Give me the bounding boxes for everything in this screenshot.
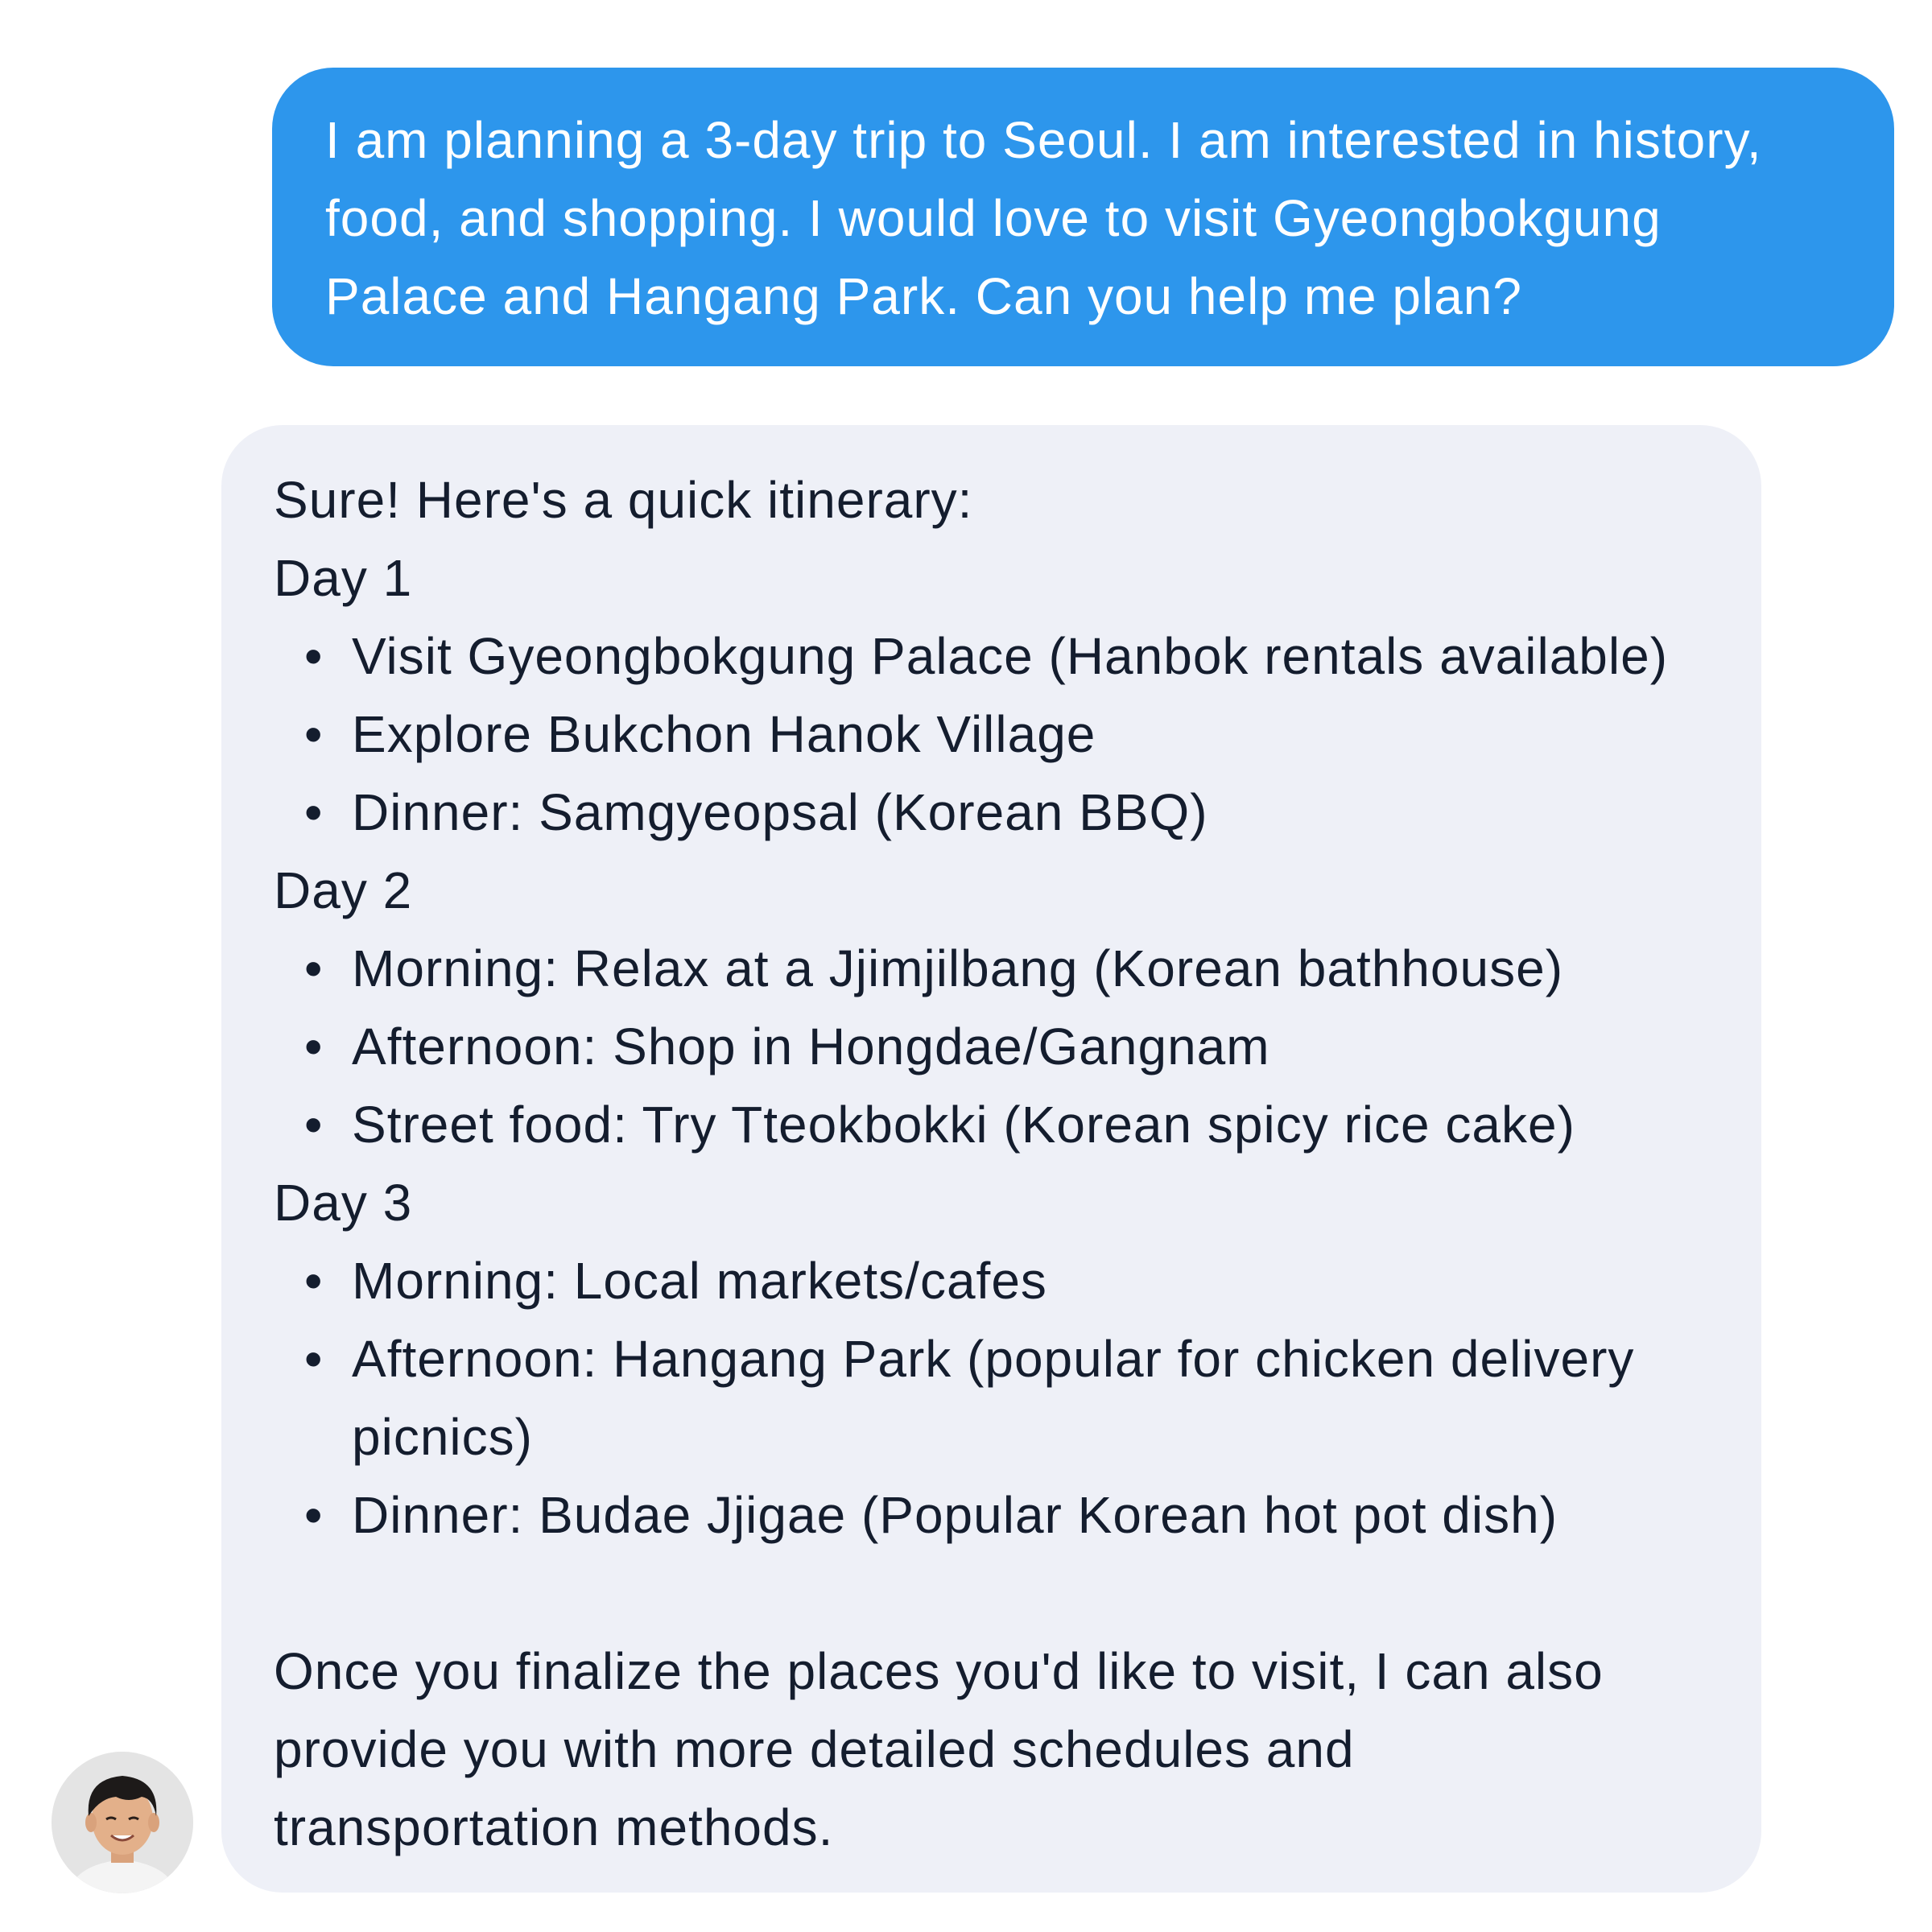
list-item: • Dinner: Budae Jjigae (Popular Korean h…	[274, 1476, 1713, 1554]
assistant-intro: Sure! Here's a quick itinerary:	[274, 471, 973, 529]
list-item-text: Street food: Try Tteokbokki (Korean spic…	[352, 1096, 1575, 1154]
list-item: • Explore Bukchon Hanok Village	[274, 696, 1713, 774]
bullet-icon: •	[304, 1096, 324, 1154]
assistant-closing-line: provide you with more detailed schedules…	[274, 1720, 1355, 1778]
list-item-text: Explore Bukchon Hanok Village	[352, 705, 1096, 763]
list-item-text: Afternoon: Shop in Hongdae/Gangnam	[352, 1018, 1270, 1075]
list-item: • Afternoon: Hangang Park (popular for c…	[274, 1320, 1713, 1476]
user-message-line: Palace and Hangang Park. Can you help me…	[325, 267, 1522, 325]
list-item-text: Afternoon: Hangang Park (popular for chi…	[352, 1330, 1635, 1466]
user-message-line: food, and shopping. I would love to visi…	[325, 189, 1662, 247]
list-item: • Morning: Relax at a Jjimjilbang (Korea…	[274, 930, 1713, 1008]
list-item: • Afternoon: Shop in Hongdae/Gangnam	[274, 1008, 1713, 1086]
list-item-text: Visit Gyeongbokgung Palace (Hanbok renta…	[352, 627, 1668, 685]
list-item-text: Morning: Relax at a Jjimjilbang (Korean …	[352, 939, 1563, 997]
user-avatar-photo-icon	[52, 1752, 193, 1893]
day-heading: Day 3	[274, 1174, 413, 1232]
bullet-icon: •	[304, 1252, 324, 1310]
user-message-bubble: I am planning a 3-day trip to Seoul. I a…	[272, 68, 1894, 366]
list-item: • Dinner: Samgyeopsal (Korean BBQ)	[274, 774, 1713, 852]
list-item-text: Dinner: Samgyeopsal (Korean BBQ)	[352, 783, 1208, 841]
day-heading: Day 2	[274, 861, 413, 919]
bullet-icon: •	[304, 705, 324, 763]
bullet-icon: •	[304, 939, 324, 997]
list-item-text: Morning: Local markets/cafes	[352, 1252, 1047, 1310]
assistant-closing-line: Once you finalize the places you'd like …	[274, 1642, 1604, 1700]
list-item: • Visit Gyeongbokgung Palace (Hanbok ren…	[274, 617, 1713, 696]
bullet-icon: •	[304, 627, 324, 685]
avatar[interactable]	[52, 1752, 193, 1893]
list-item: • Street food: Try Tteokbokki (Korean sp…	[274, 1086, 1713, 1164]
list-item-text: Dinner: Budae Jjigae (Popular Korean hot…	[352, 1486, 1558, 1544]
assistant-closing-line: transportation methods.	[274, 1798, 834, 1856]
bullet-icon: •	[304, 1486, 324, 1544]
user-message-line: I am planning a 3-day trip to Seoul. I a…	[325, 111, 1762, 169]
assistant-message-bubble: Sure! Here's a quick itinerary: Day 1 • …	[221, 425, 1761, 1893]
day-heading: Day 1	[274, 549, 413, 607]
list-item: • Morning: Local markets/cafes	[274, 1242, 1713, 1320]
bullet-icon: •	[304, 783, 324, 841]
bullet-icon: •	[304, 1330, 324, 1388]
bullet-icon: •	[304, 1018, 324, 1075]
